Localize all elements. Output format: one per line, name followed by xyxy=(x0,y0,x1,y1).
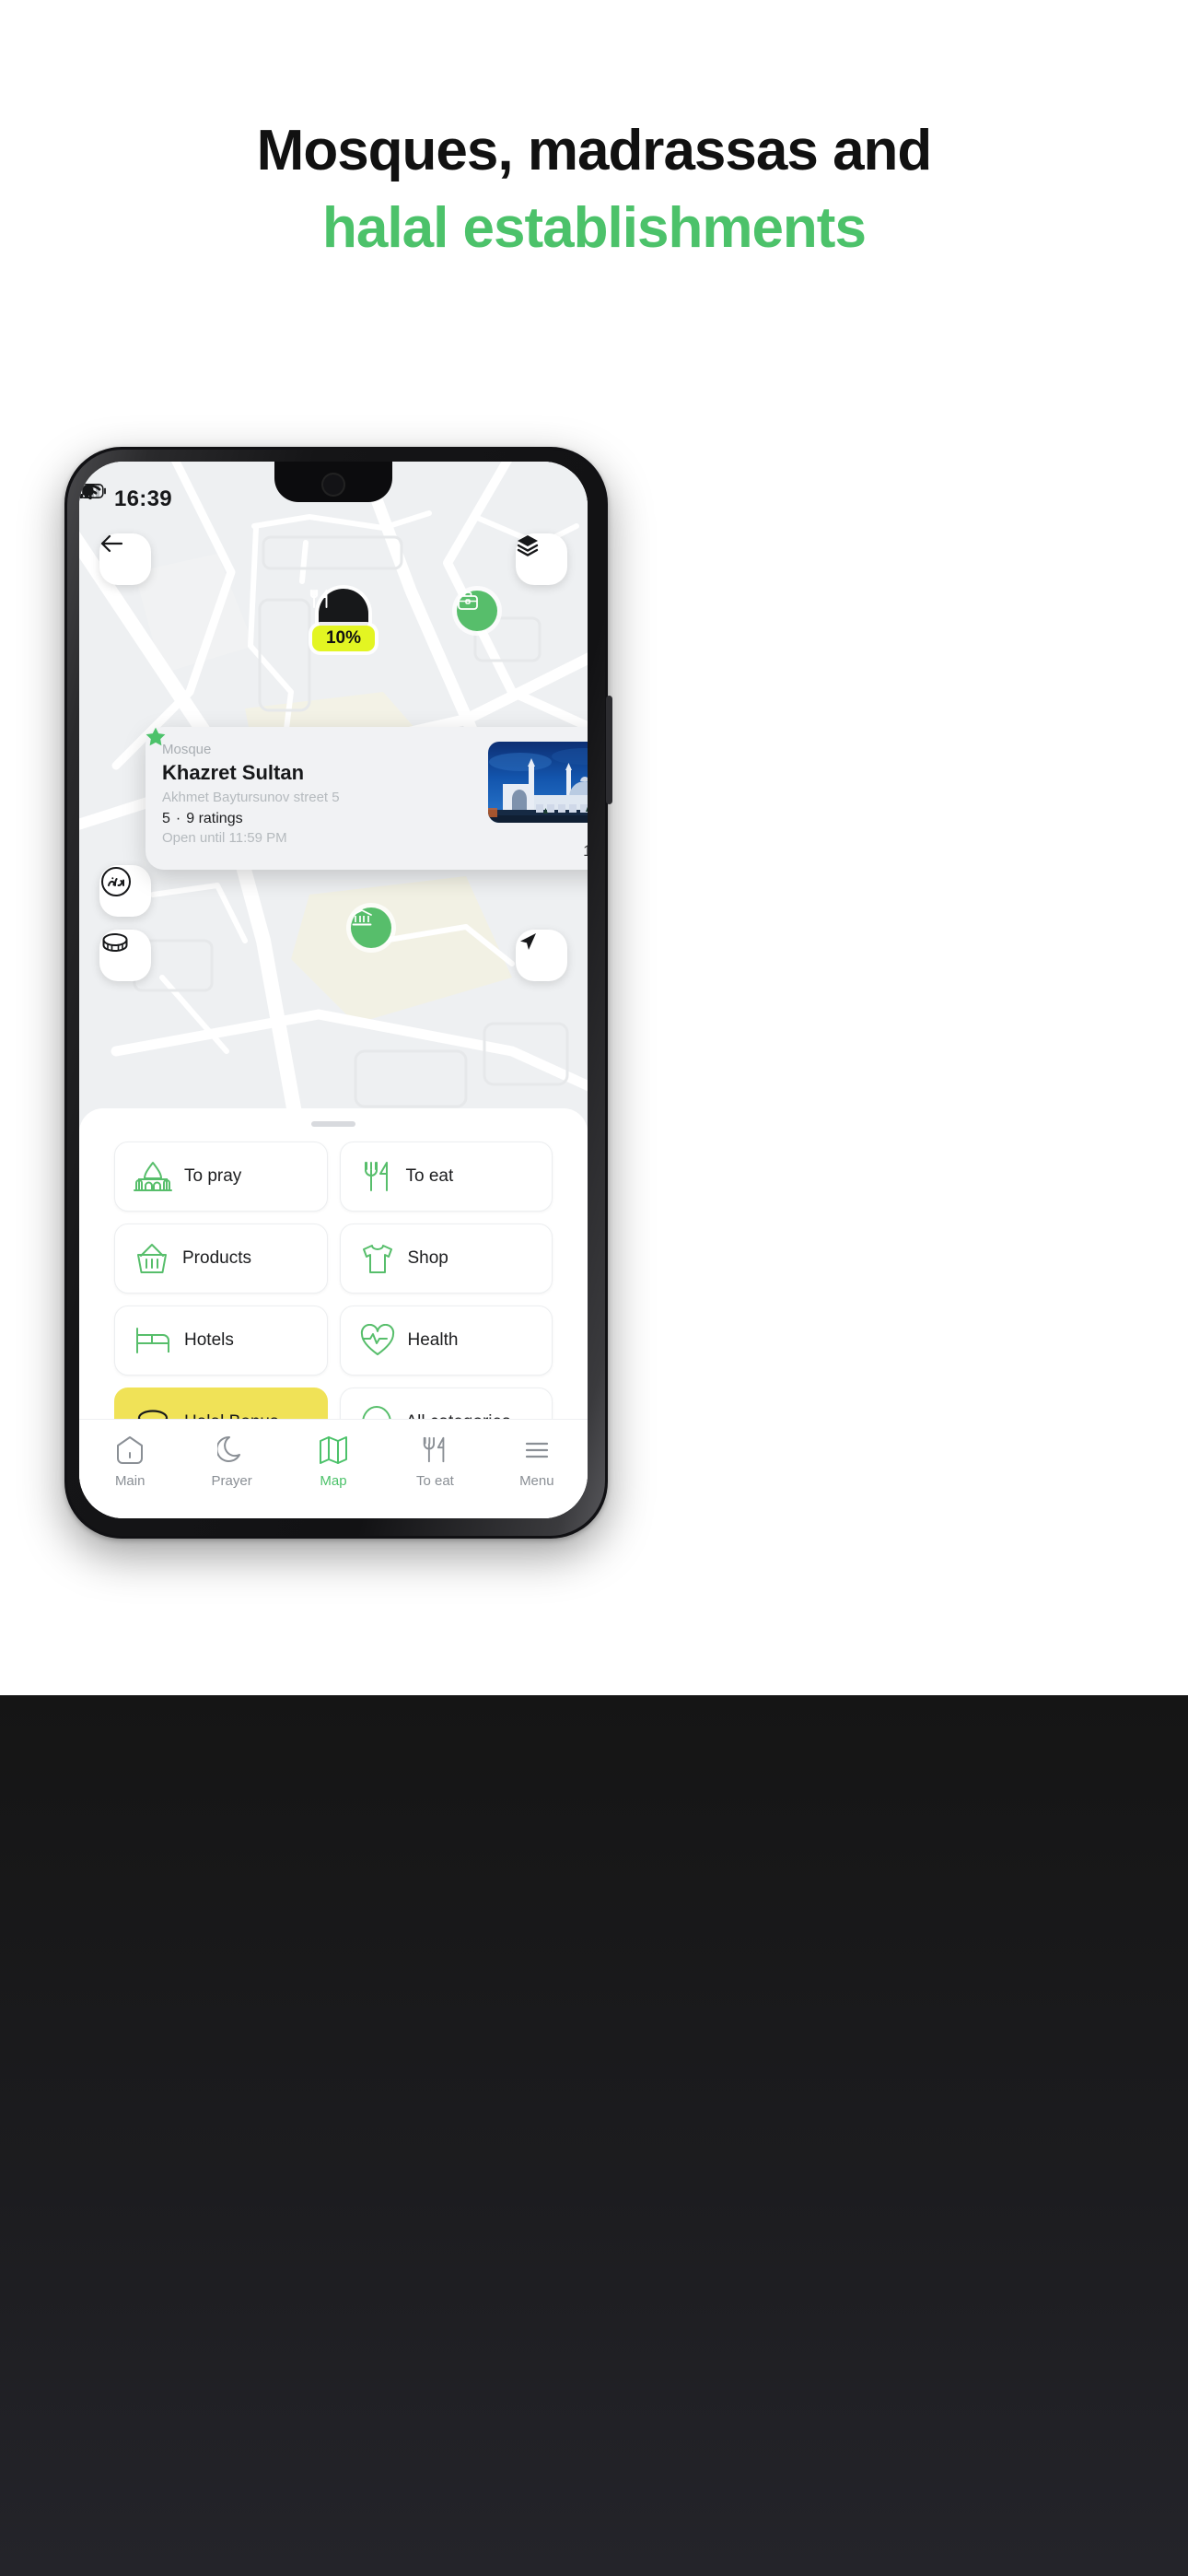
category-health[interactable]: Health xyxy=(339,1306,553,1376)
map-halal-filter-button[interactable] xyxy=(99,865,151,917)
map-locate-button[interactable] xyxy=(516,930,567,981)
front-camera xyxy=(321,473,345,497)
fork-knife-icon xyxy=(309,590,328,608)
heart-pulse-icon xyxy=(360,1324,394,1355)
map-view[interactable]: 16:39 10% Mosque Khazret Sultan Akhmet B… xyxy=(79,462,588,1125)
phone-power-button xyxy=(606,696,612,804)
nav-item-menu[interactable]: Menu xyxy=(486,1434,588,1489)
briefcase-icon xyxy=(458,591,478,610)
layers-icon xyxy=(517,535,539,556)
category-shop[interactable]: Shop xyxy=(339,1224,553,1294)
nav-item-label: Map xyxy=(320,1473,347,1489)
hamburger-icon xyxy=(525,1442,548,1458)
halal-badge-icon xyxy=(101,867,131,896)
category-label: Health xyxy=(407,1330,459,1350)
map-pin-circle xyxy=(457,591,497,631)
place-info-card[interactable]: Mosque Khazret Sultan Akhmet Baytursunov… xyxy=(146,727,588,870)
category-label: To pray xyxy=(184,1166,242,1186)
page-title-line-1: Mosques, madrassas and xyxy=(256,119,933,182)
bottom-navigation: Main Prayer Map To eat Menu xyxy=(79,1419,588,1518)
navigation-arrow-icon xyxy=(520,933,536,950)
category-label: Shop xyxy=(407,1248,448,1268)
map-pin-body xyxy=(309,589,368,629)
phone-body: 16:39 10% Mosque Khazret Sultan Akhmet B… xyxy=(64,447,612,1539)
nav-item-label: Main xyxy=(114,1473,146,1489)
map-bonus-filter-button[interactable] xyxy=(99,930,151,981)
place-rating: 5 · 9 ratings xyxy=(146,727,481,827)
fork-knife-icon xyxy=(424,1436,445,1463)
khazret-sultan-mosque-night-photo xyxy=(488,742,588,823)
moon-icon xyxy=(216,1435,240,1462)
place-photo[interactable] xyxy=(488,742,588,823)
place-hours: Open until 11:59 PM xyxy=(162,829,287,846)
basket-icon xyxy=(137,1244,167,1273)
nav-item-label: To eat xyxy=(415,1473,454,1489)
nav-item-prayer[interactable]: Prayer xyxy=(181,1434,282,1489)
map-icon xyxy=(320,1436,348,1464)
phone-mockup: 16:39 10% Mosque Khazret Sultan Akhmet B… xyxy=(64,447,612,1539)
map-pin-discount-badge: 10% xyxy=(312,626,375,651)
tshirt-icon xyxy=(362,1245,392,1273)
nav-item-label: Menu xyxy=(519,1473,554,1489)
category-label: Products xyxy=(182,1248,251,1268)
place-info-text: Mosque Khazret Sultan Akhmet Baytursunov… xyxy=(146,727,481,859)
battery-icon xyxy=(79,484,106,498)
page-title-line-2: halal establishments xyxy=(322,196,867,261)
category-hotels[interactable]: Hotels xyxy=(114,1306,328,1376)
bed-icon xyxy=(136,1328,169,1353)
map-layers-button[interactable] xyxy=(516,533,567,585)
map-marker-restaurant-discount[interactable]: 10% xyxy=(308,589,379,651)
bank-icon xyxy=(352,909,372,926)
coin-icon xyxy=(102,933,128,952)
map-marker-business[interactable] xyxy=(457,591,497,631)
map-back-button[interactable] xyxy=(99,533,151,585)
place-name: Khazret Sultan xyxy=(162,760,305,784)
category-label: To eat xyxy=(405,1166,454,1186)
category-to-eat[interactable]: To eat xyxy=(339,1142,553,1212)
page-title: Mosques, madrassas and halal establishme… xyxy=(0,119,1188,261)
place-distance: 1 km xyxy=(583,842,588,860)
nav-item-to-eat[interactable]: To eat xyxy=(384,1434,485,1489)
map-marker-bank[interactable] xyxy=(351,907,391,948)
place-address: Akhmet Baytursunov street 5 xyxy=(162,790,340,806)
status-time: 16:39 xyxy=(114,486,172,511)
category-grid: To pray To eat Products Shop Hotels Heal… xyxy=(79,1127,588,1458)
home-icon xyxy=(117,1436,144,1464)
nav-item-main[interactable]: Main xyxy=(79,1434,181,1489)
category-label: Hotels xyxy=(184,1330,234,1350)
place-rating-count: 9 ratings xyxy=(186,810,243,826)
page-background-bottom xyxy=(0,1695,1188,2576)
place-category: Mosque xyxy=(162,742,212,757)
fork-knife-icon xyxy=(364,1162,388,1191)
star-icon xyxy=(146,727,166,746)
category-to-pray[interactable]: To pray xyxy=(114,1142,328,1212)
place-rating-value: 5 xyxy=(162,810,170,826)
phone-screen: 16:39 10% Mosque Khazret Sultan Akhmet B… xyxy=(79,462,588,1518)
place-rating-separator: · xyxy=(175,810,181,826)
back-arrow-icon xyxy=(100,534,123,553)
nav-item-map[interactable]: Map xyxy=(283,1434,384,1489)
mosque-icon xyxy=(134,1162,172,1191)
nav-item-label: Prayer xyxy=(211,1473,252,1489)
category-products[interactable]: Products xyxy=(114,1224,328,1294)
map-pin-circle xyxy=(351,907,391,948)
